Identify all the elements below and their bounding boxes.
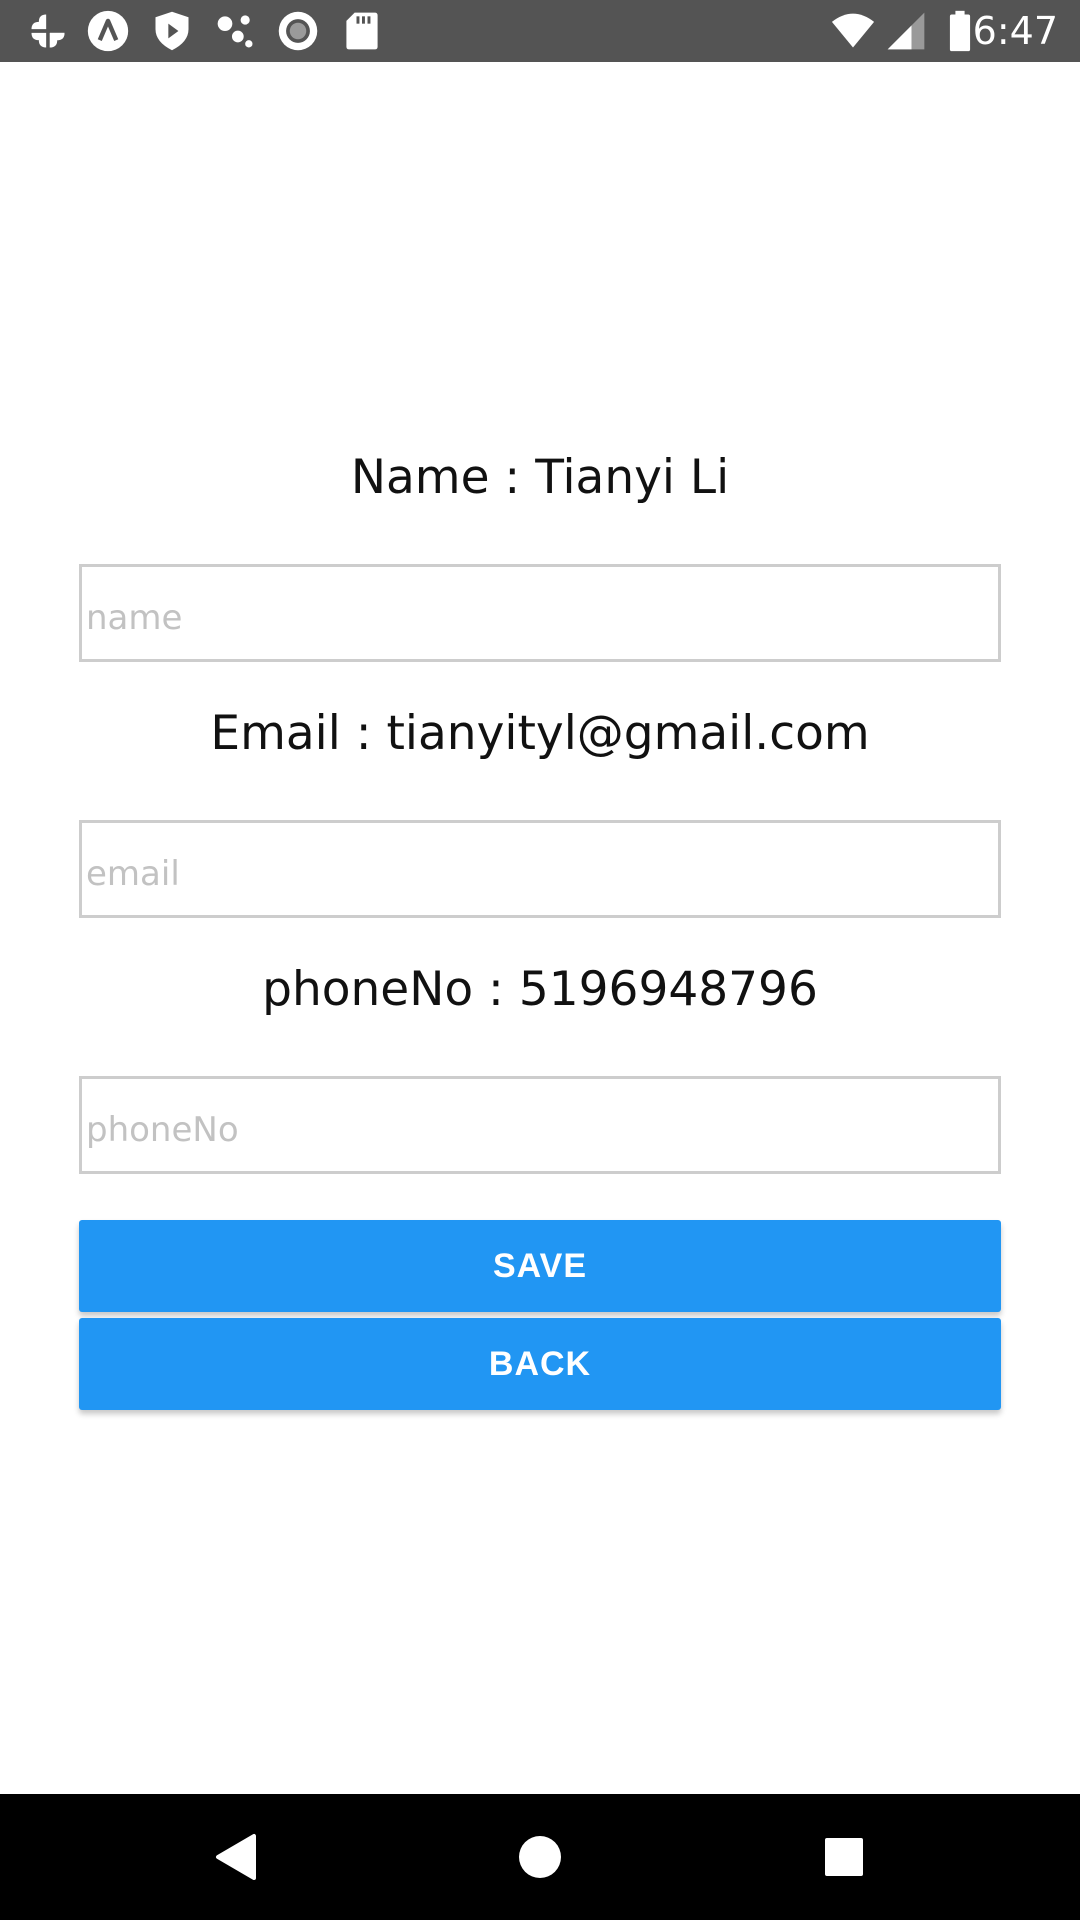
name-input[interactable] — [79, 564, 1001, 662]
status-time: 6:47 — [972, 9, 1058, 53]
name-label: Name : Tianyi Li — [350, 450, 730, 505]
save-button[interactable]: SAVE — [79, 1220, 1001, 1312]
back-triangle-icon[interactable] — [196, 1817, 276, 1897]
shield-play-icon — [150, 9, 194, 53]
recents-square-icon[interactable] — [804, 1817, 884, 1897]
sd-card-icon — [340, 9, 384, 53]
email-input[interactable] — [79, 820, 1001, 918]
record-icon — [276, 9, 320, 53]
home-circle-icon[interactable] — [500, 1817, 580, 1897]
phone-label: phoneNo : 5196948796 — [262, 962, 818, 1017]
screen: 6:47 Name : Tianyi Li Email : tianyityl@… — [0, 0, 1080, 1920]
status-bar: 6:47 — [0, 0, 1080, 62]
nodes-icon — [214, 9, 258, 53]
nav-bar — [0, 1794, 1080, 1920]
email-label: Email : tianyityl@gmail.com — [210, 706, 870, 761]
wifi-icon — [828, 9, 878, 53]
app-a-icon — [86, 9, 130, 53]
back-button[interactable]: BACK — [79, 1318, 1001, 1410]
cell-signal-icon — [884, 9, 928, 53]
phone-input[interactable] — [79, 1076, 1001, 1174]
pinwheel-icon — [26, 9, 70, 53]
